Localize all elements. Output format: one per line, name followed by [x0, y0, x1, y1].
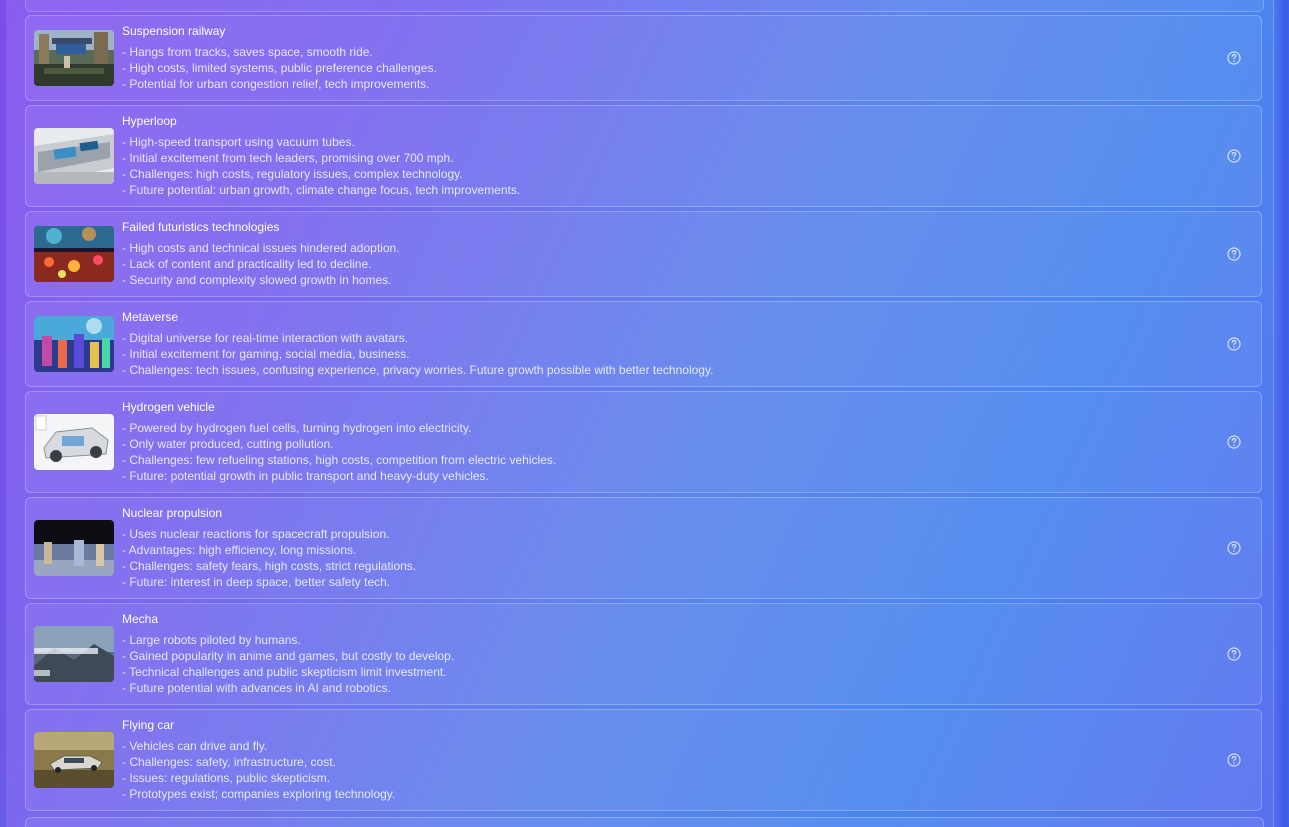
- description-line: - Future: potential growth in public tra…: [122, 469, 489, 483]
- question-circle-icon[interactable]: [1227, 435, 1241, 449]
- description-line: - Challenges: safety, infrastructure, co…: [122, 755, 336, 769]
- description-line: - Technical challenges and public skepti…: [122, 665, 447, 679]
- list-item[interactable]: Hydrogen vehicle - Powered by hydrogen f…: [25, 391, 1262, 493]
- list-item[interactable]: Mecha - Large robots piloted by humans. …: [25, 603, 1262, 705]
- description-line: - High costs and technical issues hinder…: [122, 241, 400, 255]
- list-item[interactable]: Metaverse - Digital universe for real-ti…: [25, 301, 1262, 387]
- item-description: - Digital universe for real-time interac…: [122, 330, 713, 378]
- flying-car-thumbnail: [34, 732, 114, 788]
- list-item[interactable]: Nuclear propulsion - Uses nuclear reacti…: [25, 497, 1262, 599]
- description-line: - Challenges: safety fears, high costs, …: [122, 559, 417, 573]
- question-circle-icon[interactable]: [1227, 541, 1241, 555]
- list-item[interactable]: Hyperloop - High-speed transport using v…: [25, 105, 1262, 207]
- description-line: - Advantages: high efficiency, long miss…: [122, 543, 357, 557]
- failed-tech-thumbnail: [34, 226, 114, 282]
- item-title: Nuclear propulsion: [122, 506, 223, 520]
- list-item-partial-bottom: [25, 817, 1264, 827]
- list-item[interactable]: Flying car - Vehicles can drive and fly.…: [25, 709, 1262, 811]
- description-line: - Powered by hydrogen fuel cells, turnin…: [122, 421, 472, 435]
- description-line: - Prototypes exist; companies exploring …: [122, 787, 396, 801]
- description-line: - Initial excitement for gaming, social …: [122, 347, 410, 361]
- description-line: - Uses nuclear reactions for spacecraft …: [122, 527, 390, 541]
- item-title: Failed futuristics technologies: [122, 220, 280, 234]
- item-title: Metaverse: [122, 310, 179, 324]
- item-description: - High costs and technical issues hinder…: [122, 240, 400, 288]
- description-line: - Lack of content and practicality led t…: [122, 257, 372, 271]
- description-line: - Challenges: tech issues, confusing exp…: [122, 363, 714, 377]
- list-item[interactable]: Failed futuristics technologies - High c…: [25, 211, 1262, 297]
- description-line: - Future potential: urban growth, climat…: [122, 183, 521, 197]
- item-description: - Hangs from tracks, saves space, smooth…: [122, 44, 437, 92]
- item-title: Mecha: [122, 612, 159, 626]
- description-line: - Future potential with advances in AI a…: [122, 681, 391, 695]
- description-line: - Vehicles can drive and fly.: [122, 739, 268, 753]
- question-circle-icon[interactable]: [1227, 337, 1241, 351]
- metaverse-thumbnail: [34, 316, 114, 372]
- description-line: - Potential for urban congestion relief,…: [122, 77, 430, 91]
- item-description: - Large robots piloted by humans. - Gain…: [122, 632, 454, 696]
- item-title: Hyperloop: [122, 114, 177, 128]
- description-line: - Challenges: high costs, regulatory iss…: [122, 167, 463, 181]
- mecha-thumbnail: [34, 626, 114, 682]
- nuclear-propulsion-thumbnail: [34, 520, 114, 576]
- hyperloop-thumbnail: [34, 128, 114, 184]
- description-line: - High-speed transport using vacuum tube…: [122, 135, 355, 149]
- list-item-partial-top: [25, 0, 1264, 12]
- item-description: - High-speed transport using vacuum tube…: [122, 134, 520, 198]
- item-title: Suspension railway: [122, 24, 226, 38]
- description-line: - Issues: regulations, public skepticism…: [122, 771, 331, 785]
- question-circle-icon[interactable]: [1227, 247, 1241, 261]
- description-line: - Future: interest in deep space, better…: [122, 575, 391, 589]
- description-line: - Gained popularity in anime and games, …: [122, 649, 455, 663]
- question-circle-icon[interactable]: [1227, 647, 1241, 661]
- item-title: Flying car: [122, 718, 175, 732]
- question-circle-icon[interactable]: [1227, 51, 1241, 65]
- left-window-edge: [0, 0, 6, 827]
- description-line: - Large robots piloted by humans.: [122, 633, 301, 647]
- item-description: - Uses nuclear reactions for spacecraft …: [122, 526, 416, 590]
- description-line: - High costs, limited systems, public pr…: [122, 61, 437, 75]
- question-circle-icon[interactable]: [1227, 149, 1241, 163]
- item-description: - Powered by hydrogen fuel cells, turnin…: [122, 420, 556, 484]
- description-line: - Only water produced, cutting pollution…: [122, 437, 334, 451]
- item-title: Hydrogen vehicle: [122, 400, 215, 414]
- scrollbar-track[interactable]: [1271, 0, 1289, 827]
- description-line: - Digital universe for real-time interac…: [122, 331, 409, 345]
- description-line: - Initial excitement from tech leaders, …: [122, 151, 454, 165]
- hydrogen-vehicle-thumbnail: [34, 414, 114, 470]
- list-item[interactable]: Suspension railway - Hangs from tracks, …: [25, 15, 1262, 101]
- question-circle-icon[interactable]: [1227, 753, 1241, 767]
- suspension-railway-thumbnail: [34, 30, 114, 86]
- description-line: - Hangs from tracks, saves space, smooth…: [122, 45, 373, 59]
- description-line: - Security and complexity slowed growth …: [122, 273, 392, 287]
- item-description: - Vehicles can drive and fly. - Challeng…: [122, 738, 395, 802]
- description-line: - Challenges: few refueling stations, hi…: [122, 453, 557, 467]
